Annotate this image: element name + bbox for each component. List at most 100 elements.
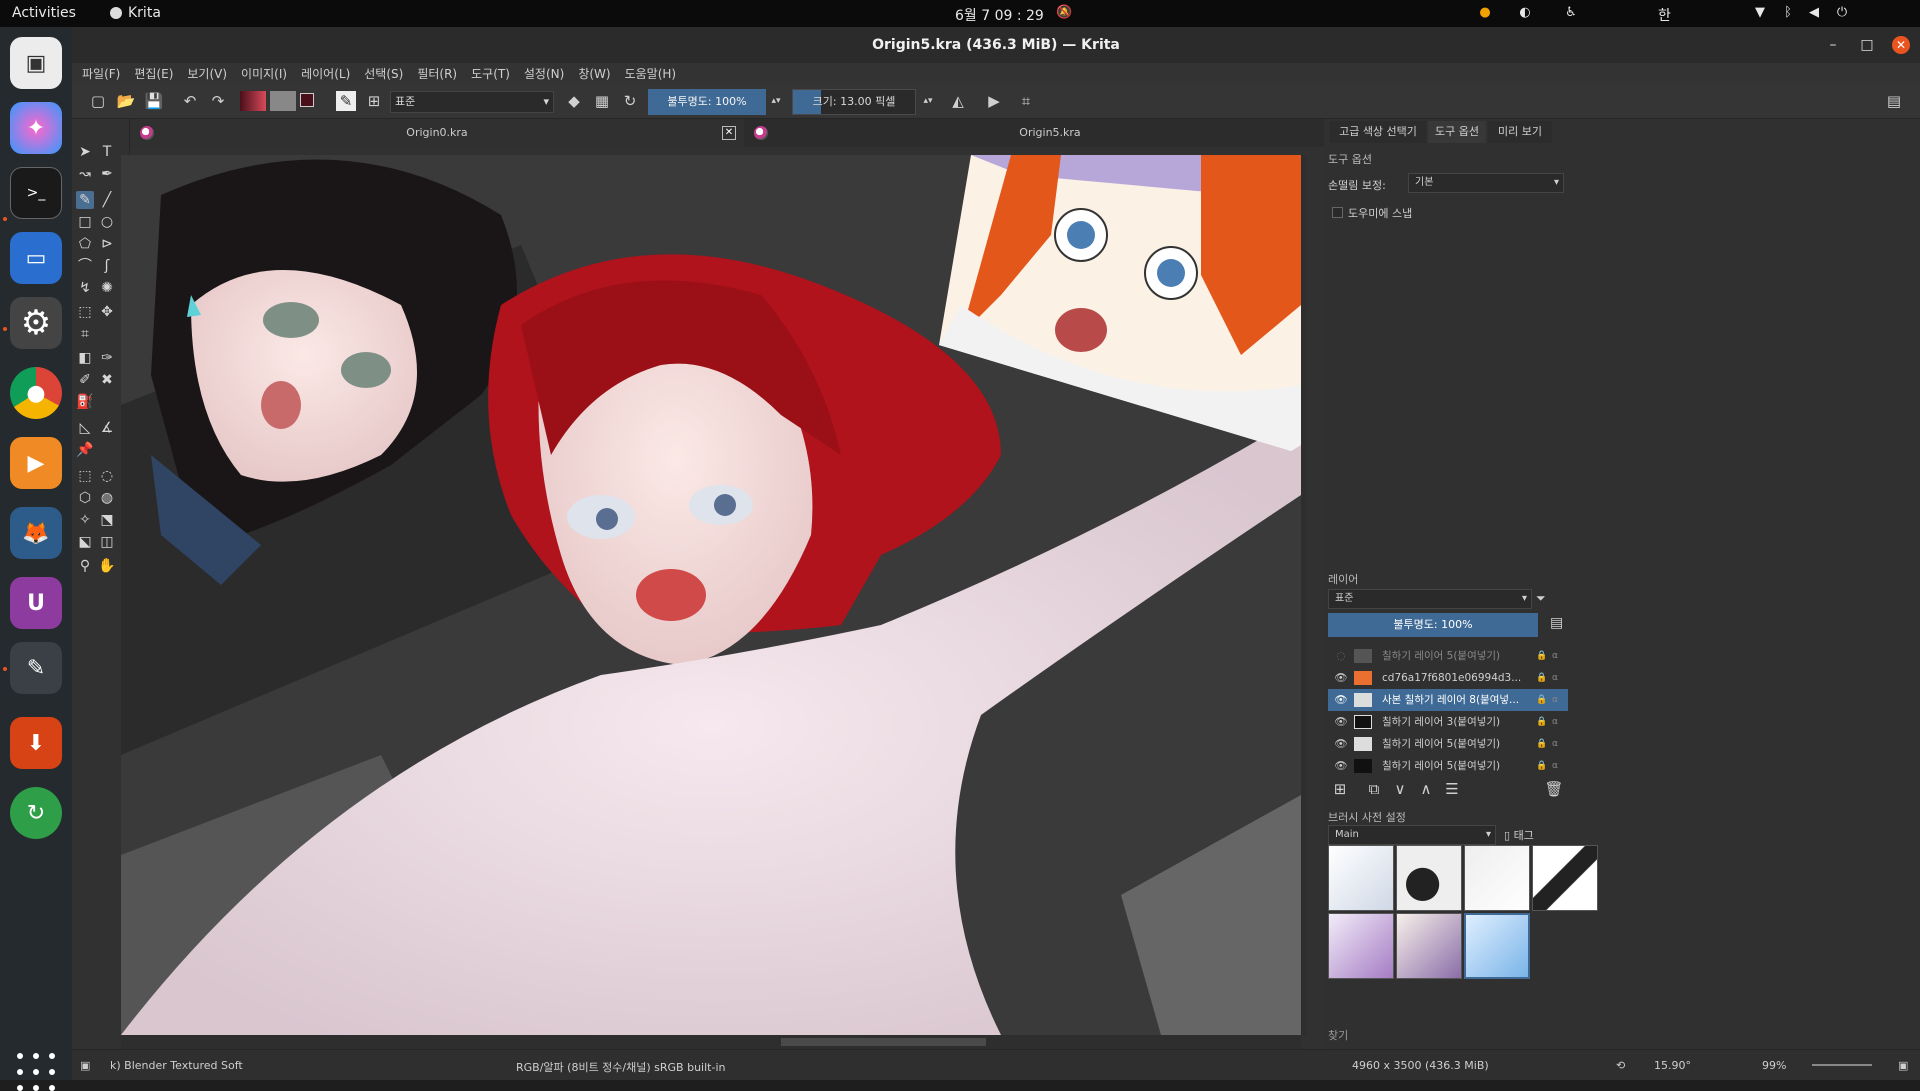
preserve-alpha-icon[interactable]: ▦ [592, 91, 612, 111]
layer-row[interactable]: ◌ 칠하기 레이어 5(붙여넣기) 🔒 α [1328, 645, 1568, 667]
select-shapes-tool-icon[interactable]: ➤ [76, 143, 94, 161]
activities-button[interactable]: Activities [12, 5, 76, 21]
undo-icon[interactable]: ↶ [180, 91, 200, 111]
crop-tool-icon[interactable]: ⌗ [76, 325, 94, 343]
preset-group-select[interactable]: Main ▾ [1328, 825, 1496, 845]
close-icon[interactable]: ✕ [1892, 36, 1910, 54]
tab-overview[interactable]: 미리 보기 [1488, 121, 1552, 143]
app-menu[interactable]: Krita [110, 5, 161, 21]
wrap-around-icon[interactable]: ⌗ [1016, 91, 1036, 111]
zoom-tool-icon[interactable]: ⚲ [76, 557, 94, 575]
settings-gear-icon[interactable]: ⚙ [10, 297, 62, 349]
bluetooth-icon[interactable]: ᛒ [1780, 5, 1796, 21]
terminal-icon[interactable]: >_ [10, 167, 62, 219]
clock[interactable]: 6월 7 09 : 29 [955, 5, 1044, 25]
menu-file[interactable]: 파일(F) [82, 65, 120, 82]
mirror-horizontal-icon[interactable]: ◭ [948, 91, 968, 111]
fit-to-view-icon[interactable]: ▣ [1898, 1059, 1908, 1072]
layer-row[interactable]: 👁 칠하기 레이어 3(붙여넣기) 🔒 α [1328, 711, 1568, 733]
elliptical-selection-icon[interactable]: ◌ [98, 467, 116, 485]
eye-icon[interactable]: 👁 [1334, 711, 1348, 733]
polyline-tool-icon[interactable]: ⊳ [98, 235, 116, 253]
show-apps-grid-icon[interactable] [17, 1053, 55, 1091]
pencil-preset[interactable] [1464, 845, 1530, 911]
delete-layer-icon[interactable]: 🗑 [1544, 779, 1564, 799]
pan-tool-icon[interactable]: ✋ [98, 557, 116, 575]
opacity-spinner-icon[interactable]: ▴▾ [766, 91, 786, 111]
layer-row[interactable]: 👁 칠하기 레이어 5(붙여넣기) 🔒 α [1328, 755, 1568, 775]
vertical-scrollbar[interactable] [1301, 155, 1306, 1035]
contiguous-selection-icon[interactable]: ✧ [76, 511, 94, 529]
smoothing-select[interactable]: 기본 ▾ [1408, 173, 1564, 193]
move-layer-up-icon[interactable]: ∧ [1416, 779, 1436, 799]
paint-preset[interactable] [1396, 913, 1462, 979]
canvas[interactable] [121, 155, 1301, 1035]
tab-tool-options[interactable]: 도구 옵션 [1428, 121, 1486, 143]
minimize-icon[interactable]: – [1824, 36, 1842, 54]
layer-row[interactable]: 👁 cd76a17f6801e06994d3... 🔒 α [1328, 667, 1568, 689]
tag-button[interactable]: ▯ 태그 [1504, 827, 1534, 843]
magnetic-selection-icon[interactable]: ◫ [98, 533, 116, 551]
zoom-slider[interactable] [1812, 1064, 1872, 1066]
alpha-icon[interactable]: α [1552, 689, 1562, 711]
color-swatch-icon[interactable] [298, 91, 318, 111]
polygonal-selection-icon[interactable]: ⬡ [76, 489, 94, 507]
wifi-icon[interactable]: ▼ [1752, 5, 1768, 21]
scrollbar-thumb[interactable] [781, 1038, 986, 1046]
transform-tool-icon[interactable]: ⬚ [76, 303, 94, 321]
gradient-selector-icon[interactable] [240, 91, 266, 111]
horizontal-scrollbar[interactable] [121, 1035, 1301, 1049]
assistant-tool-icon[interactable]: ◺ [76, 419, 94, 437]
u-app-icon[interactable]: U [10, 577, 62, 629]
menu-layer[interactable]: 레이어(L) [301, 65, 350, 82]
fox-app-icon[interactable]: 🦊 [10, 507, 62, 559]
menu-settings[interactable]: 설정(N) [524, 65, 564, 82]
gradient-tool-icon[interactable]: ◧ [76, 349, 94, 367]
fill-tool-icon[interactable]: ⛽ [76, 393, 94, 411]
lock-icon[interactable]: 🔒 [1536, 711, 1547, 733]
brush-ink-preset[interactable] [1532, 845, 1598, 911]
pattern-selector-icon[interactable] [270, 91, 296, 111]
menu-filter[interactable]: 필터(R) [417, 65, 457, 82]
ellipse-tool-icon[interactable]: ○ [98, 213, 116, 231]
rotation-icon[interactable]: ⟲ [1616, 1059, 1625, 1072]
freehand-selection-icon[interactable]: ◍ [98, 489, 116, 507]
menu-window[interactable]: 창(W) [578, 65, 610, 82]
video-app-icon[interactable]: ⬇ [10, 717, 62, 769]
layer-settings-icon[interactable]: ☰ [1442, 779, 1462, 799]
bezier-selection-icon[interactable]: ⬕ [76, 533, 94, 551]
layer-row-selected[interactable]: 👁 사본 칠하기 레이어 8(붙여넣... 🔒 α [1328, 689, 1568, 711]
alpha-icon[interactable]: α [1552, 711, 1562, 733]
watercolor-preset[interactable] [1328, 913, 1394, 979]
mirror-vertical-icon[interactable]: ▶ [984, 91, 1004, 111]
accessibility-icon[interactable]: ♿ [1563, 5, 1579, 21]
bezier-tool-icon[interactable]: ⌒ [76, 257, 94, 275]
color-picker-tool-icon[interactable]: ✑ [98, 349, 116, 367]
colorize-mask-tool-icon[interactable]: ✐ [76, 371, 94, 389]
dynamic-brush-tool-icon[interactable]: ↯ [76, 279, 94, 297]
lock-icon[interactable]: 🔒 [1536, 667, 1547, 689]
polygon-tool-icon[interactable]: ⬠ [76, 235, 94, 253]
notifications-off-icon[interactable]: 🔕 [1056, 5, 1072, 21]
lock-icon[interactable]: 🔒 [1536, 733, 1547, 755]
menu-edit[interactable]: 편집(E) [134, 65, 173, 82]
eye-icon[interactable]: 👁 [1334, 667, 1348, 689]
workspace-chooser-icon[interactable]: ▤ [1884, 91, 1904, 111]
layer-opacity-slider[interactable]: 불투명도: 100% [1328, 613, 1538, 637]
preset-search[interactable]: 찾기 [1328, 1027, 1348, 1043]
menu-help[interactable]: 도움말(H) [625, 65, 677, 82]
alpha-icon[interactable]: α [1552, 733, 1562, 755]
multibrush-tool-icon[interactable]: ✺ [98, 279, 116, 297]
lock-icon[interactable]: 🔒 [1536, 689, 1547, 711]
color-picker-tray-icon[interactable]: ● [1477, 5, 1493, 21]
hidden-eye-icon[interactable]: ◌ [1334, 645, 1348, 667]
brush-options-grid-icon[interactable]: ⊞ [364, 91, 384, 111]
line-tool-icon[interactable]: ╱ [98, 191, 116, 209]
menu-tools[interactable]: 도구(T) [471, 65, 510, 82]
move-layer-down-icon[interactable]: ∨ [1390, 779, 1410, 799]
menu-image[interactable]: 이미지(I) [241, 65, 287, 82]
media-player-icon[interactable]: ▶ [10, 437, 62, 489]
alpha-icon[interactable]: α [1552, 755, 1562, 775]
menu-select[interactable]: 선택(S) [364, 65, 403, 82]
tab-origin5[interactable]: Origin5.kra ✕ [744, 119, 1356, 147]
